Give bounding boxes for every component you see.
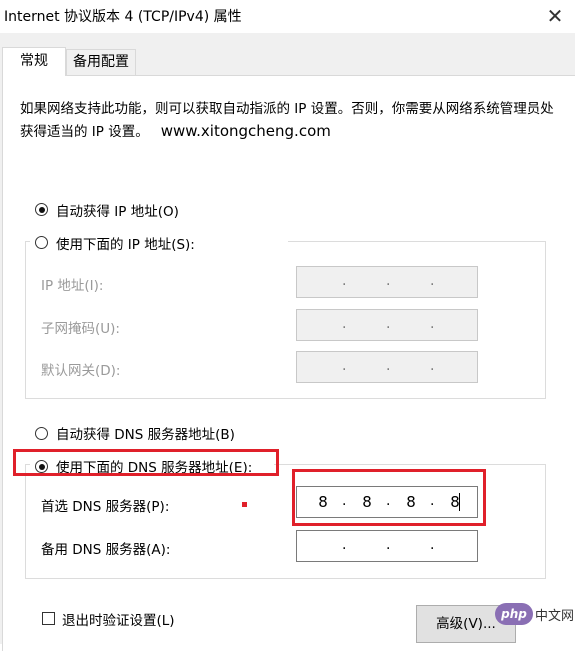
alternate-dns-field[interactable]: ... [296,530,478,562]
auto-dns-label[interactable]: 自动获得 DNS 服务器地址(B) [56,423,235,443]
watermark-url: www.xitongcheng.com [160,122,331,140]
manual-ip-radio[interactable] [35,236,48,249]
auto-ip-radio[interactable] [35,203,48,216]
validate-on-exit-checkbox[interactable] [42,612,55,625]
text-caret [459,493,460,511]
manual-dns-label[interactable]: 使用下面的 DNS 服务器地址(E): [56,456,252,476]
php-logo-icon: php [495,603,533,625]
preferred-dns-octet-3: 8 [406,493,416,511]
auto-dns-radio[interactable] [35,427,48,440]
subnet-mask-label: 子网掩码(U): [41,321,120,337]
close-icon[interactable]: ✕ [540,2,570,30]
preferred-dns-octet-1: 8 [318,493,328,511]
default-gateway-field[interactable]: ... [296,351,478,383]
preferred-dns-octet-4: 8 [450,493,460,511]
manual-ip-label[interactable]: 使用下面的 IP 地址(S): [56,233,195,253]
alternate-dns-label: 备用 DNS 服务器(A): [41,542,171,558]
window-title: Internet 协议版本 4 (TCP/IPv4) 属性 [4,9,242,25]
ip-address-field[interactable]: ... [296,266,478,298]
ip-address-label: IP 地址(I): [41,278,104,294]
site-watermark: php 中文网 [495,600,575,630]
validate-on-exit-label[interactable]: 退出时验证设置(L) [62,609,175,629]
description: 如果网络支持此功能，则可以获取自动指派的 IP 设置。否则，你需要从网络系统管理… [20,98,560,143]
default-gateway-label: 默认网关(D): [41,363,121,379]
auto-ip-label[interactable]: 自动获得 IP 地址(O) [56,200,179,220]
manual-dns-radio[interactable] [35,460,48,473]
tab-general[interactable]: 常规 [2,47,66,76]
preferred-dns-label: 首选 DNS 服务器(P): [41,499,170,515]
annotation-dot [242,502,247,507]
preferred-dns-octet-2: 8 [362,493,372,511]
watermark-text: 中文网 [535,609,575,624]
tab-alternate-config[interactable]: 备用配置 [66,49,136,75]
preferred-dns-field[interactable]: 8 . 8 . 8 . 8 [296,486,478,518]
subnet-mask-field[interactable]: ... [296,309,478,341]
